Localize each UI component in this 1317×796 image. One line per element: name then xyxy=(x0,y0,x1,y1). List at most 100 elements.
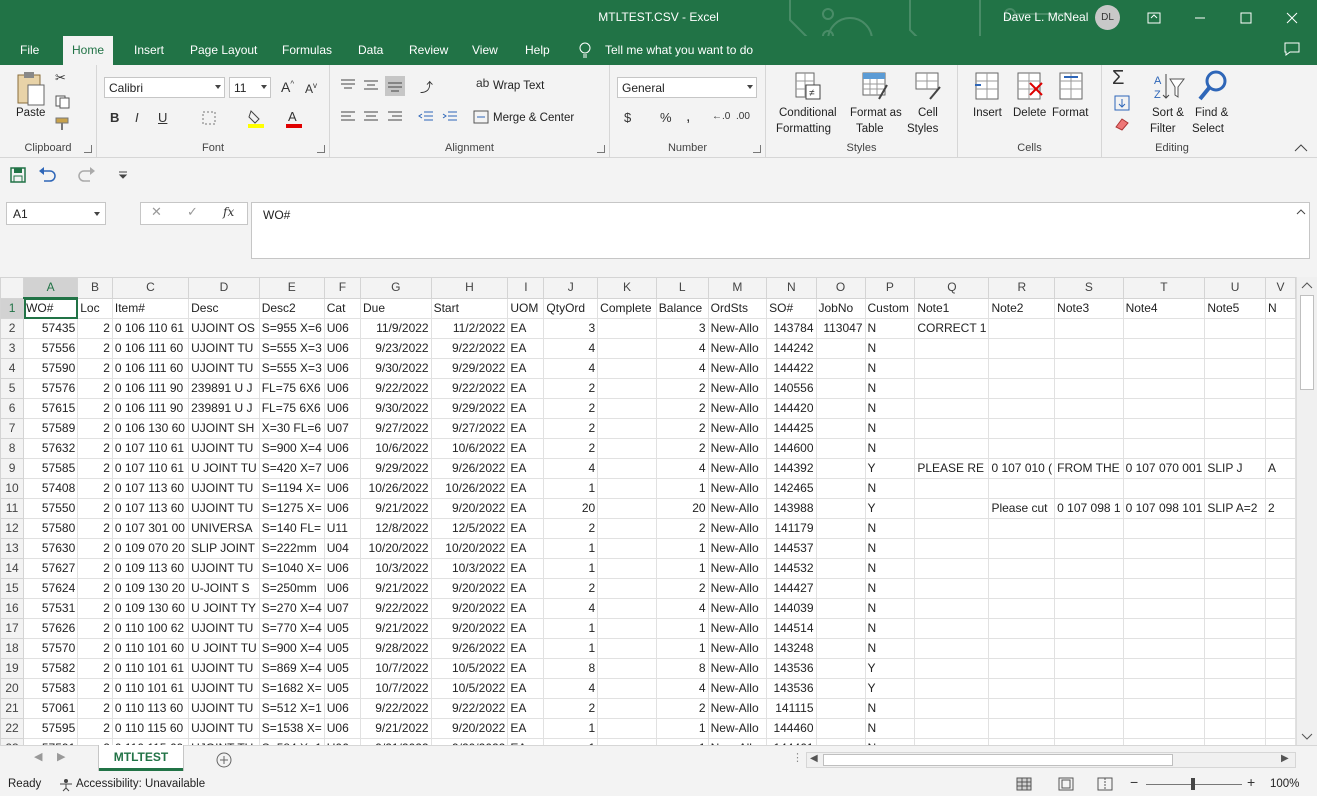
cell[interactable] xyxy=(914,718,990,739)
cell[interactable]: Due xyxy=(360,297,432,319)
cell[interactable]: Note3 xyxy=(1054,297,1124,319)
cell[interactable] xyxy=(1204,658,1266,679)
comments-icon[interactable] xyxy=(1284,42,1300,56)
sheet-tab-split-icon[interactable]: ⋮ xyxy=(792,751,803,764)
align-center-icon[interactable] xyxy=(363,111,379,123)
cell[interactable] xyxy=(597,538,657,559)
cell[interactable]: 144392 xyxy=(766,458,817,479)
cell[interactable] xyxy=(1054,378,1124,399)
row-header[interactable]: 19 xyxy=(0,658,25,679)
cell[interactable]: 57435 xyxy=(23,318,79,339)
cell[interactable] xyxy=(597,578,657,599)
cell[interactable] xyxy=(1122,718,1206,739)
cell[interactable]: EA xyxy=(507,698,545,719)
cell[interactable]: U05 xyxy=(323,618,362,639)
cell[interactable] xyxy=(1204,698,1266,719)
cell[interactable]: New-Allo xyxy=(707,598,768,619)
cell[interactable] xyxy=(914,638,990,659)
cell[interactable]: SLIP J xyxy=(1204,458,1266,479)
cell[interactable]: U06 xyxy=(323,718,362,739)
cell[interactable]: 1 xyxy=(543,538,599,559)
cell[interactable]: EA xyxy=(507,598,545,619)
cell[interactable]: Item# xyxy=(111,297,190,319)
cell[interactable]: U JOINT TU xyxy=(188,638,260,659)
cell[interactable]: 0 110 101 60 xyxy=(111,638,190,659)
format-as-table-button-line2[interactable]: Table xyxy=(856,123,884,135)
cell[interactable] xyxy=(597,398,657,419)
cell[interactable]: 4 xyxy=(543,678,599,699)
clipboard-launcher-icon[interactable] xyxy=(84,145,92,153)
row-header[interactable]: 20 xyxy=(0,678,25,699)
cell[interactable]: 8 xyxy=(543,658,599,679)
cell[interactable]: 9/27/2022 xyxy=(430,418,509,439)
cell[interactable]: 9/22/2022 xyxy=(360,598,432,619)
cell[interactable]: New-Allo xyxy=(707,678,768,699)
cell[interactable] xyxy=(1264,638,1296,659)
fill-icon[interactable] xyxy=(1114,95,1130,111)
cell[interactable]: S=1538 X= xyxy=(258,718,325,739)
cell[interactable] xyxy=(914,518,990,539)
cell[interactable] xyxy=(597,318,657,339)
cell[interactable]: 0 106 111 60 xyxy=(111,338,190,359)
cell[interactable]: 0 110 100 62 xyxy=(111,618,190,639)
cell[interactable] xyxy=(1122,558,1206,579)
horizontal-scroll-thumb[interactable] xyxy=(823,754,1173,766)
format-as-table-button[interactable]: Format as xyxy=(850,107,902,119)
row-header[interactable]: 13 xyxy=(0,538,25,559)
decrease-font-icon[interactable]: Av xyxy=(305,81,317,96)
cell[interactable] xyxy=(914,698,990,719)
cell[interactable]: 4 xyxy=(543,598,599,619)
cell[interactable]: U06 xyxy=(323,438,362,459)
cell[interactable]: 2 xyxy=(77,698,113,719)
cell[interactable]: 144422 xyxy=(766,358,817,379)
font-launcher-icon[interactable] xyxy=(317,145,325,153)
cell[interactable]: UJOINT SH xyxy=(188,418,260,439)
align-top-icon[interactable] xyxy=(340,79,356,91)
row-header[interactable]: 4 xyxy=(0,358,25,379)
cell[interactable] xyxy=(1122,538,1206,559)
cell[interactable]: 2 xyxy=(655,398,709,419)
cell[interactable]: FROM THE xyxy=(1054,458,1124,479)
cell[interactable] xyxy=(1054,338,1124,359)
cell[interactable] xyxy=(914,618,990,639)
cell[interactable]: JobNo xyxy=(815,297,866,319)
cell[interactable]: S=420 X=7 xyxy=(258,458,325,479)
cell[interactable]: UJOINT TU xyxy=(188,698,260,719)
cell[interactable]: 0 106 110 61 xyxy=(111,318,190,339)
cell[interactable]: N xyxy=(864,338,916,359)
cell[interactable] xyxy=(914,378,990,399)
cell[interactable]: 144427 xyxy=(766,578,817,599)
column-header[interactable]: A xyxy=(23,277,79,299)
cell[interactable] xyxy=(1204,538,1266,559)
cell[interactable]: 239891 U J xyxy=(188,378,260,399)
page-layout-view-icon[interactable] xyxy=(1058,777,1074,791)
cell[interactable] xyxy=(1264,358,1296,379)
cell[interactable] xyxy=(597,558,657,579)
select-all-corner[interactable] xyxy=(0,277,25,299)
cell[interactable]: X=30 FL=6 xyxy=(258,418,325,439)
cell[interactable] xyxy=(988,618,1056,639)
cell[interactable]: S=1682 X= xyxy=(258,678,325,699)
cell[interactable]: 4 xyxy=(543,338,599,359)
cell[interactable]: 10/20/2022 xyxy=(360,538,432,559)
cell[interactable] xyxy=(1122,518,1206,539)
cell[interactable] xyxy=(1122,318,1206,339)
cell[interactable]: 239891 U J xyxy=(188,398,260,419)
cell[interactable]: QtyOrd xyxy=(543,297,599,319)
cell[interactable] xyxy=(1264,438,1296,459)
merge-center-button[interactable]: Merge & Center xyxy=(493,112,574,124)
align-left-icon[interactable] xyxy=(340,111,356,123)
new-sheet-icon[interactable] xyxy=(216,752,232,768)
cell[interactable]: 9/29/2022 xyxy=(430,398,509,419)
tab-insert[interactable]: Insert xyxy=(134,43,164,57)
column-header[interactable]: U xyxy=(1204,277,1266,299)
column-header[interactable]: D xyxy=(188,277,260,299)
cell[interactable]: 143248 xyxy=(766,638,817,659)
cell[interactable]: New-Allo xyxy=(707,538,768,559)
zoom-slider-thumb[interactable] xyxy=(1191,778,1195,790)
cell[interactable]: New-Allo xyxy=(707,658,768,679)
cell[interactable] xyxy=(1054,478,1124,499)
cell[interactable]: U07 xyxy=(323,418,362,439)
cell[interactable]: New-Allo xyxy=(707,578,768,599)
maximize-icon[interactable] xyxy=(1223,0,1269,36)
